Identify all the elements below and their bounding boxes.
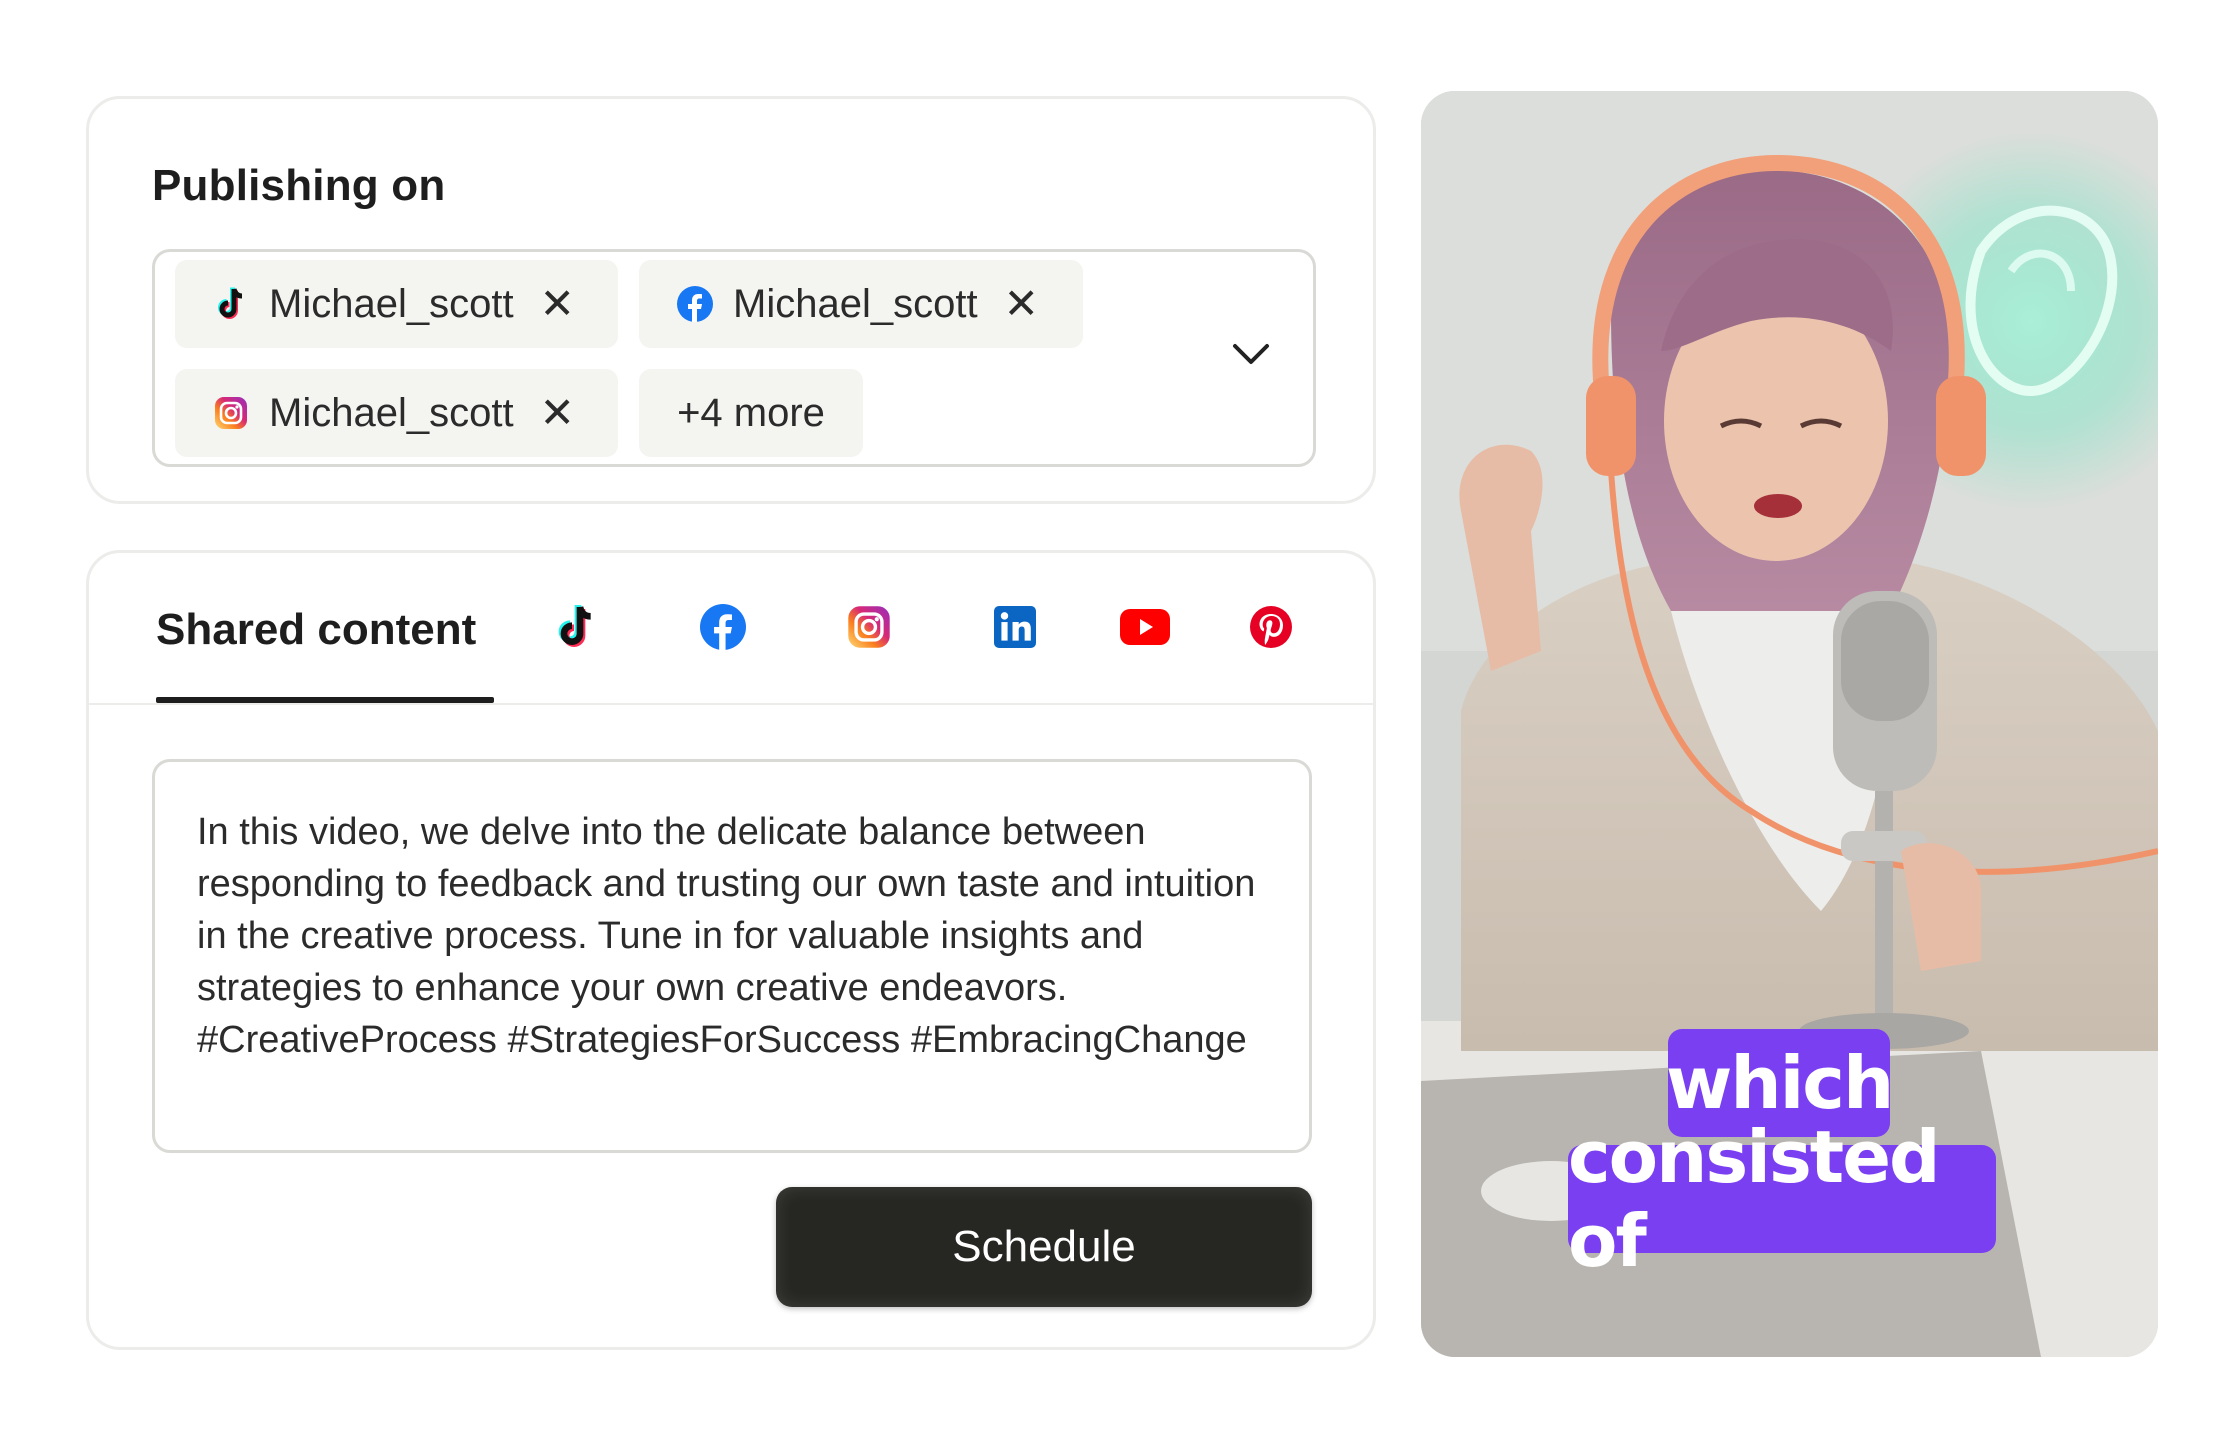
account-chip-instagram: Michael_scott ✕ (175, 369, 618, 457)
more-accounts-label: +4 more (677, 390, 825, 435)
tiktok-icon (213, 286, 249, 322)
account-name: Michael_scott (269, 390, 514, 435)
remove-account-icon[interactable]: ✕ (540, 392, 575, 434)
instagram-icon (213, 395, 249, 431)
facebook-icon (677, 286, 713, 322)
caption-textarea[interactable]: In this video, we delve into the delicat… (152, 759, 1312, 1153)
stage: Publishing on Michael_scott ✕ Michael_sc… (0, 0, 2233, 1440)
subtitle-line-2: consisted of (1568, 1115, 1996, 1283)
tiktok-icon[interactable] (552, 603, 600, 651)
instagram-icon[interactable] (845, 603, 893, 651)
pinterest-icon[interactable] (1247, 603, 1295, 651)
facebook-icon[interactable] (699, 603, 747, 651)
tab-shared-content[interactable]: Shared content (156, 605, 476, 655)
shared-content-card: Shared content In this video, we delve i… (86, 550, 1376, 1350)
linkedin-icon[interactable] (991, 603, 1039, 651)
account-name: Michael_scott (733, 281, 978, 326)
publishing-title: Publishing on (152, 161, 446, 210)
youtube-icon[interactable] (1119, 603, 1171, 651)
more-accounts-chip[interactable]: +4 more (639, 369, 863, 457)
schedule-button[interactable]: Schedule (776, 1187, 1312, 1307)
active-tab-indicator (156, 697, 494, 703)
chevron-down-icon[interactable] (1231, 340, 1271, 368)
remove-account-icon[interactable]: ✕ (540, 283, 575, 325)
account-selector[interactable]: Michael_scott ✕ Michael_scott ✕ Michael_… (152, 249, 1316, 467)
account-chip-facebook: Michael_scott ✕ (639, 260, 1083, 348)
video-preview[interactable]: which consisted of (1421, 91, 2158, 1357)
publishing-card: Publishing on Michael_scott ✕ Michael_sc… (86, 96, 1376, 504)
remove-account-icon[interactable]: ✕ (1004, 283, 1039, 325)
account-name: Michael_scott (269, 281, 514, 326)
account-chip-tiktok: Michael_scott ✕ (175, 260, 618, 348)
platform-tabs: Shared content (89, 553, 1373, 705)
